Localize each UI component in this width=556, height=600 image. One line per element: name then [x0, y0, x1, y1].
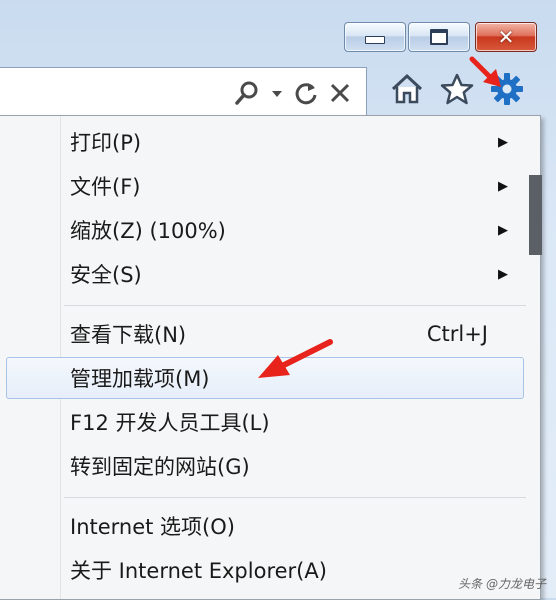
- menu-item-pinned-sites[interactable]: 转到固定的网站(G): [6, 445, 524, 487]
- menu-separator: [64, 497, 526, 498]
- menu-item-label: F12 开发人员工具(L): [70, 411, 270, 435]
- close-button[interactable]: ✕: [475, 22, 537, 52]
- maximize-icon: [430, 29, 448, 45]
- menu-item-label: 缩放(Z) (100%): [70, 219, 226, 243]
- submenu-arrow-icon: ▶: [498, 134, 508, 150]
- submenu-arrow-icon: ▶: [498, 178, 508, 194]
- submenu-arrow-icon: ▶: [498, 222, 508, 238]
- menu-item-f12-devtools[interactable]: F12 开发人员工具(L): [6, 401, 524, 443]
- refresh-icon[interactable]: [293, 80, 319, 106]
- minimize-icon: [365, 36, 385, 44]
- watermark: 头条 @力龙电子: [458, 577, 546, 591]
- menu-item-label: 管理加载项(M): [70, 367, 210, 391]
- menu-item-print[interactable]: 打印(P) ▶: [6, 121, 524, 163]
- submenu-arrow-icon: ▶: [498, 266, 508, 282]
- close-icon: ✕: [497, 25, 515, 49]
- minimize-button[interactable]: [344, 22, 406, 52]
- search-icon[interactable]: [233, 79, 261, 107]
- menu-item-safety[interactable]: 安全(S) ▶: [6, 253, 524, 295]
- menu-item-about-ie[interactable]: 关于 Internet Explorer(A): [6, 549, 524, 591]
- scrollbar-thumb[interactable]: [529, 175, 542, 255]
- annotation-arrow-small: [469, 56, 505, 94]
- menu-item-label: 文件(F): [70, 175, 141, 199]
- menu-item-label: 安全(S): [70, 263, 142, 287]
- maximize-button[interactable]: [408, 22, 470, 52]
- menu-item-label: 查看下载(N): [70, 323, 187, 347]
- stop-icon[interactable]: [329, 82, 351, 104]
- menu-item-file[interactable]: 文件(F) ▶: [6, 165, 524, 207]
- dropdown-icon[interactable]: [271, 87, 283, 99]
- menu-separator: [64, 305, 526, 306]
- menu-item-label: Internet 选项(O): [70, 515, 235, 539]
- menu-item-zoom[interactable]: 缩放(Z) (100%) ▶: [6, 209, 524, 251]
- menu-item-shortcut: Ctrl+J: [426, 322, 488, 346]
- menu-item-label: 打印(P): [70, 131, 142, 155]
- menu-item-label: 关于 Internet Explorer(A): [70, 559, 327, 583]
- annotation-arrow-large: [256, 338, 336, 386]
- menu-item-internet-options[interactable]: Internet 选项(O): [6, 505, 524, 547]
- home-icon[interactable]: [390, 73, 424, 105]
- menu-item-label: 转到固定的网站(G): [70, 455, 250, 479]
